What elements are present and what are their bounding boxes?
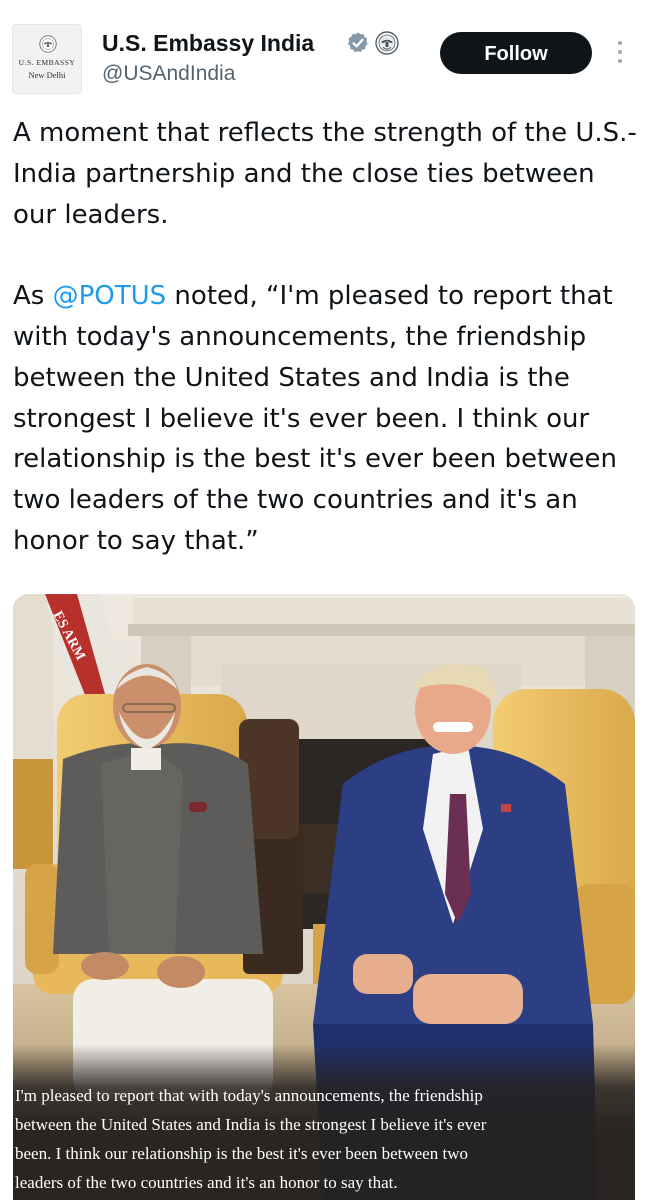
display-name[interactable]: U.S. Embassy India [102,30,314,57]
tweet-image[interactable]: ES ARM I'm pleased to report that with t… [13,594,635,1200]
tweet-paragraph-2-body: noted, “I'm pleased to report that with … [13,281,617,556]
avatar[interactable]: U.S. EMBASSY New Delhi [12,24,82,94]
image-quote-line: leaders of the two countries and it's an… [15,1173,398,1192]
avatar-line-1: U.S. EMBASSY [18,58,76,67]
image-quote-line: been. I think our relationship is the be… [15,1144,468,1163]
tweet-header: U.S. EMBASSY New Delhi U.S. Embassy Indi… [0,0,655,104]
more-vertical-icon[interactable] [608,38,632,72]
image-quote-line: between the United States and India is t… [15,1115,487,1134]
image-quote-line: I'm pleased to report that with today's … [15,1086,483,1105]
tweet-paragraph-2-prefix: As [13,281,53,312]
government-seal-icon[interactable] [375,31,399,55]
mention-link[interactable]: @POTUS [53,281,167,311]
tweet-page: U.S. EMBASSY New Delhi U.S. Embassy Indi… [0,0,655,1200]
tweet-paragraph-2: As @POTUS noted, “I'm pleased to report … [13,276,638,562]
image-quote: I'm pleased to report that with today's … [15,1081,625,1197]
follow-button[interactable]: Follow [440,32,592,74]
handle[interactable]: @USAndIndia [102,62,235,86]
tweet-text: A moment that reflects the strength of t… [13,113,638,562]
embassy-seal-icon [39,35,57,53]
avatar-line-2: New Delhi [28,70,66,80]
verified-badge-icon[interactable] [346,31,370,55]
tweet-paragraph-1: A moment that reflects the strength of t… [13,118,637,230]
